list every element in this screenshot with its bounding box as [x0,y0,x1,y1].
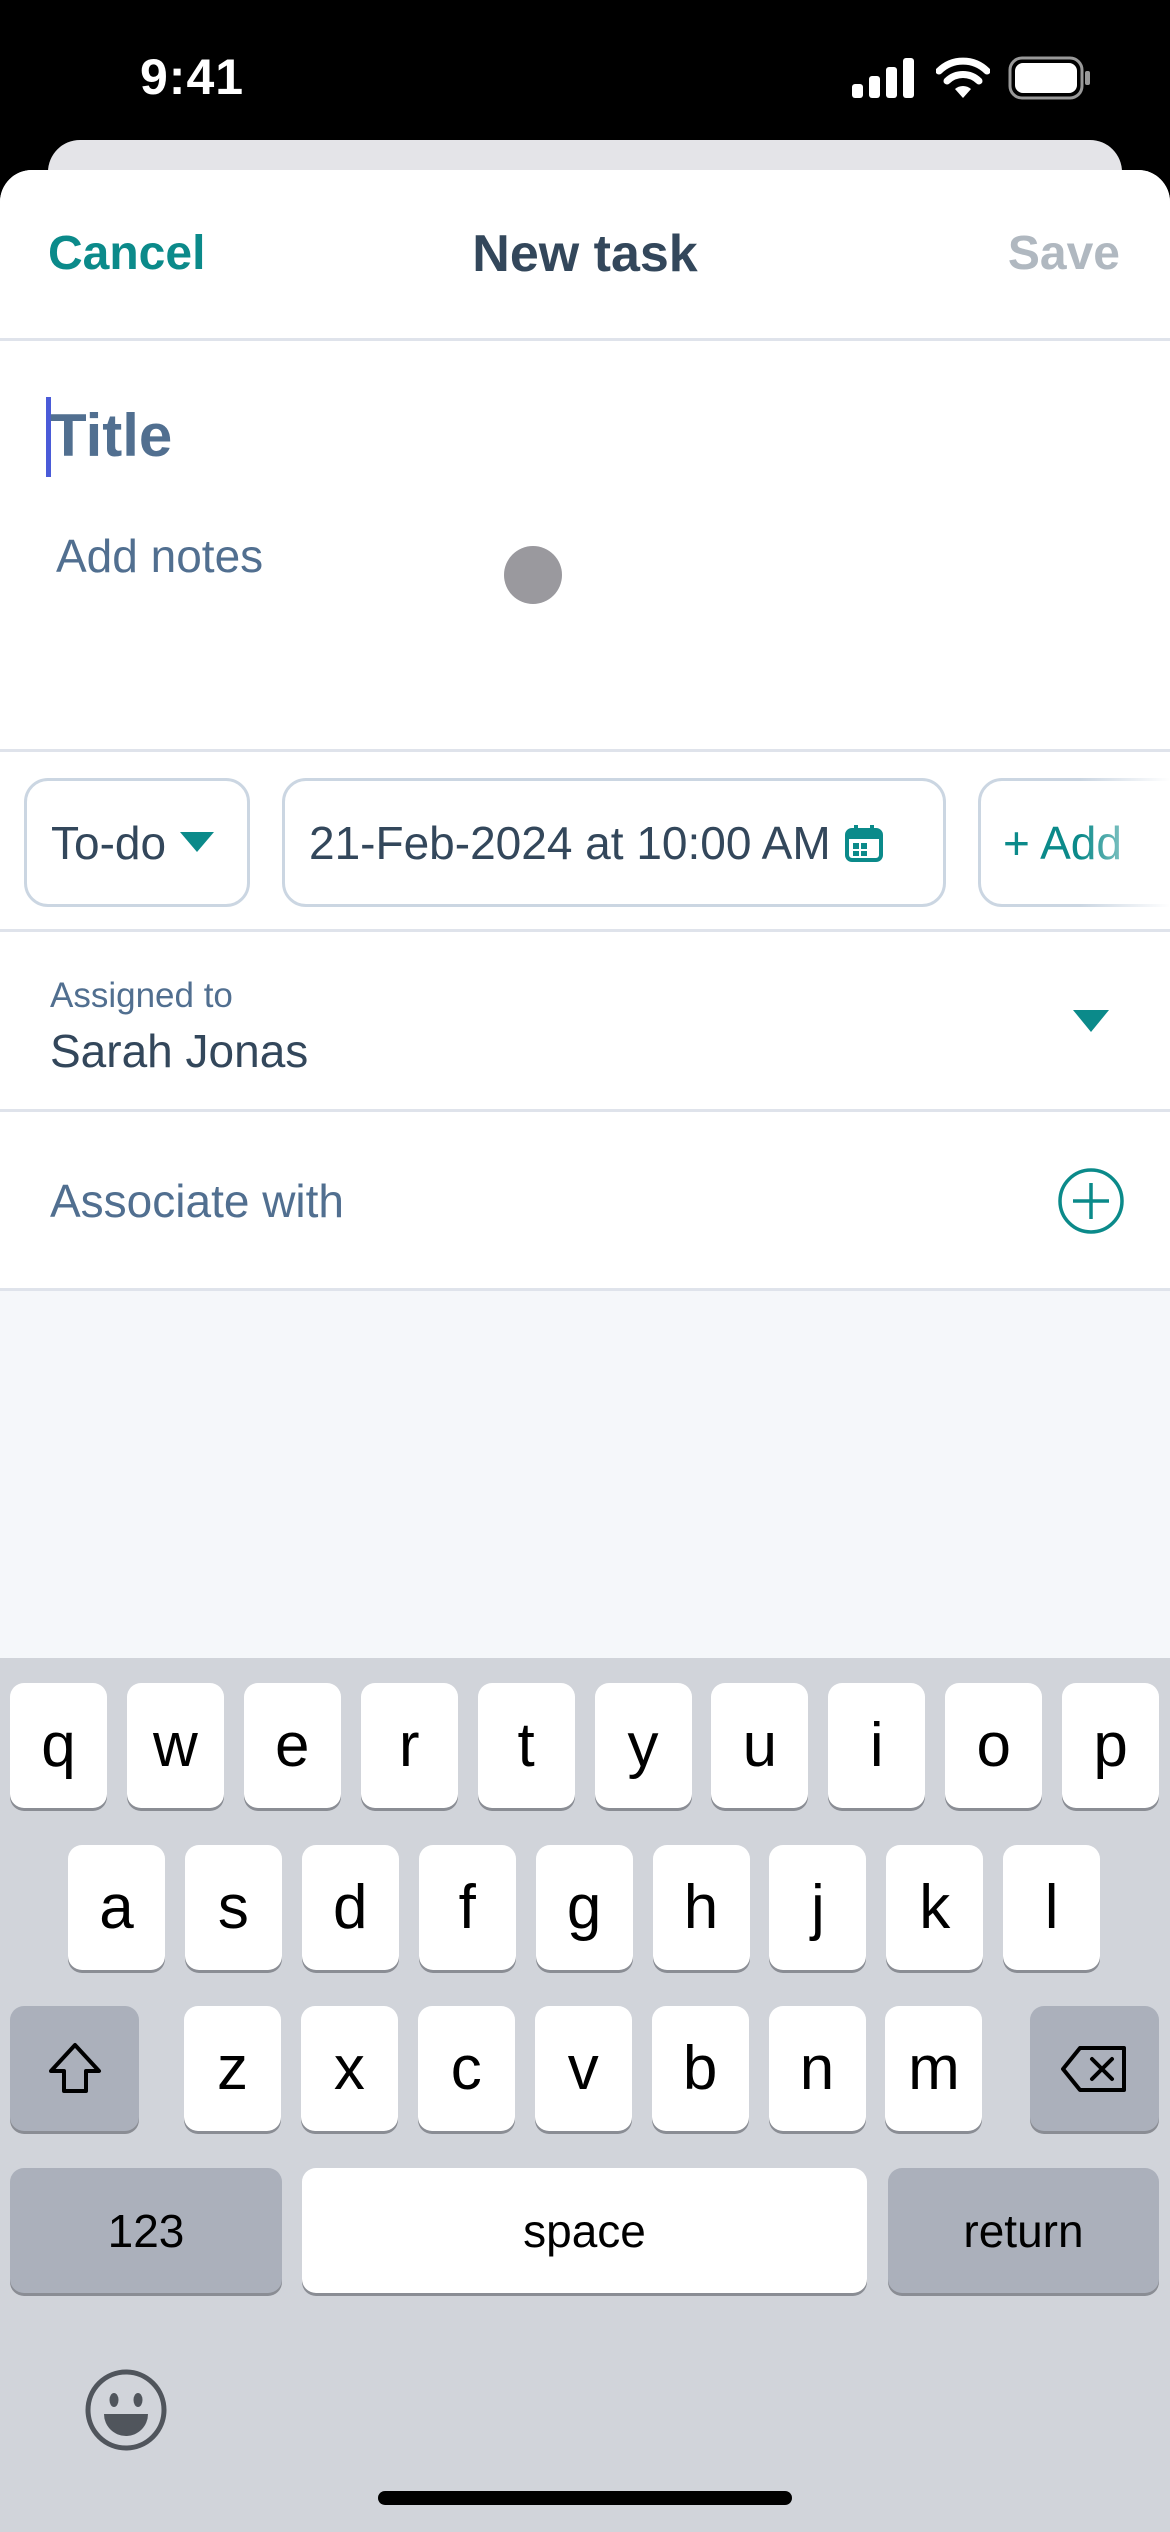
divider [0,1288,1170,1291]
key-g[interactable]: g [535,1845,633,1970]
backspace-key[interactable] [1030,2006,1159,2131]
key-k[interactable]: k [886,1845,984,1970]
assigned-to-field[interactable]: Assigned to Sarah Jonas [0,932,1170,1109]
key-r[interactable]: r [360,1683,458,1808]
numbers-key[interactable]: 123 [10,2168,282,2293]
key-j[interactable]: j [769,1845,867,1970]
key-p[interactable]: p [1062,1683,1160,1808]
assigned-label: Assigned to [50,976,233,1015]
key-s[interactable]: s [184,1845,282,1970]
shift-key[interactable] [10,2006,139,2131]
due-date-value: 21-Feb-2024 at 10:00 AM [309,816,831,869]
key-x[interactable]: x [300,2006,398,2131]
wifi-icon [936,57,990,98]
key-l[interactable]: l [1003,1845,1101,1970]
key-u[interactable]: u [711,1683,809,1808]
key-e[interactable]: e [243,1683,341,1808]
key-n[interactable]: n [768,2006,866,2131]
due-date-button[interactable]: 21-Feb-2024 at 10:00 AM [282,778,946,907]
key-q[interactable]: q [10,1683,107,1808]
fade-overlay [1080,752,1170,930]
keyboard: qwertyuiop asdfghjkl zxcvbnm 123 space r… [0,1658,1170,2532]
title-notes-section: Title Add notes [0,341,1170,750]
caret-down-icon [1073,1010,1109,1032]
associate-with-row[interactable]: Associate with [0,1112,1170,1288]
backspace-icon [1060,2045,1126,2092]
key-d[interactable]: d [301,1845,399,1970]
signal-icon [852,58,914,98]
key-i[interactable]: i [828,1683,926,1808]
shift-icon [48,2042,101,2093]
key-a[interactable]: a [68,1845,165,1970]
key-w[interactable]: w [126,1683,224,1808]
space-key[interactable]: space [302,2168,867,2293]
chips-row: To-do 21-Feb-2024 at 10:00 AM + Add [0,752,1170,930]
return-key[interactable]: return [888,2168,1159,2293]
calendar-icon [844,824,883,862]
emoji-icon[interactable] [84,2368,168,2452]
key-f[interactable]: f [418,1845,516,1970]
battery-icon [1008,56,1090,100]
key-y[interactable]: y [594,1683,692,1808]
associate-label: Associate with [50,1175,345,1227]
caret-down-icon [180,831,215,852]
title-input[interactable]: Title [50,401,1120,470]
assigned-value: Sarah Jonas [50,1025,309,1077]
status-value: To-do [51,816,167,869]
key-c[interactable]: c [417,2006,515,2131]
key-z[interactable]: z [184,2006,281,2131]
touch-indicator [504,546,562,604]
notes-input[interactable]: Add notes [56,529,1126,583]
key-m[interactable]: m [885,2006,983,2131]
save-button[interactable]: Save [1008,226,1120,281]
key-t[interactable]: t [477,1683,575,1808]
key-v[interactable]: v [534,2006,632,2131]
key-b[interactable]: b [651,2006,749,2131]
add-circle-icon[interactable] [1057,1167,1125,1235]
page-title: New task [472,225,698,283]
nav-header: Cancel New task Save [0,170,1170,339]
home-indicator [378,2491,792,2505]
key-h[interactable]: h [652,1845,750,1970]
key-o[interactable]: o [945,1683,1043,1808]
status-dropdown[interactable]: To-do [24,778,250,907]
status-time: 9:41 [140,49,245,105]
